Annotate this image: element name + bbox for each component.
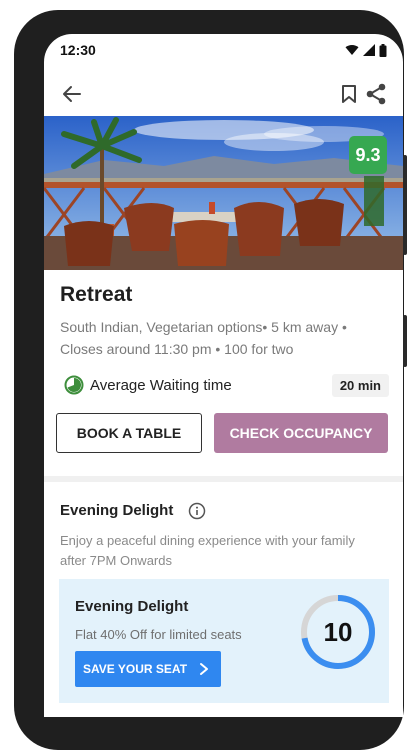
signal-icon (363, 44, 375, 56)
waiting-time-label-group: Average Waiting time (64, 375, 232, 395)
check-occupancy-button[interactable]: CHECK OCCUPANCY (214, 413, 388, 453)
offer-desc-line2: after 7PM Onwards (60, 553, 172, 568)
app-bar-actions (341, 83, 387, 105)
restaurant-details-line1: South Indian, Vegetarian options• 5 km a… (60, 319, 347, 335)
waiting-time-value: 20 min (331, 373, 389, 397)
back-arrow-icon[interactable] (62, 85, 82, 103)
save-your-seat-button[interactable]: SAVE YOUR SEAT (75, 651, 221, 687)
offer-section-title: Evening Delight (60, 502, 174, 519)
promo-card: Evening Delight Flat 40% Off for limited… (59, 579, 389, 703)
wifi-icon (345, 44, 359, 55)
phone-frame: 12:30 9.3 Retreat South Indian, Vegetari… (14, 10, 407, 750)
rating-badge: 9.3 (349, 136, 387, 174)
battery-icon (379, 43, 387, 57)
status-icons (345, 43, 387, 57)
share-icon[interactable] (365, 83, 387, 105)
section-divider (44, 476, 403, 482)
restaurant-details-line2: Closes around 11:30 pm • 100 for two (60, 341, 294, 357)
status-bar: 12:30 (44, 34, 403, 66)
info-icon[interactable] (188, 502, 206, 520)
power-button (403, 155, 407, 255)
volume-button (403, 315, 407, 367)
restaurant-details: South Indian, Vegetarian options• 5 km a… (60, 316, 390, 360)
book-table-button[interactable]: BOOK A TABLE (56, 413, 202, 453)
restaurant-photo: 9.3 (44, 116, 403, 270)
chevron-right-icon (200, 663, 209, 675)
bookmark-icon[interactable] (341, 84, 357, 104)
promo-subtitle: Flat 40% Off for limited seats (75, 627, 242, 642)
restaurant-name: Retreat (60, 283, 133, 306)
app-bar (44, 74, 403, 114)
app-screen: 12:30 9.3 Retreat South Indian, Vegetari… (44, 34, 403, 717)
offer-section-description: Enjoy a peaceful dining experience with … (60, 531, 390, 571)
waiting-time-label: Average Waiting time (90, 376, 232, 394)
clock-icon (64, 375, 84, 395)
seats-left-count: 10 (323, 616, 353, 647)
offer-desc-line1: Enjoy a peaceful dining experience with … (60, 533, 355, 548)
waiting-time-row: Average Waiting time 20 min (64, 372, 389, 398)
status-time: 12:30 (60, 42, 96, 58)
promo-title: Evening Delight (75, 598, 189, 615)
save-your-seat-label: SAVE YOUR SEAT (83, 662, 188, 676)
